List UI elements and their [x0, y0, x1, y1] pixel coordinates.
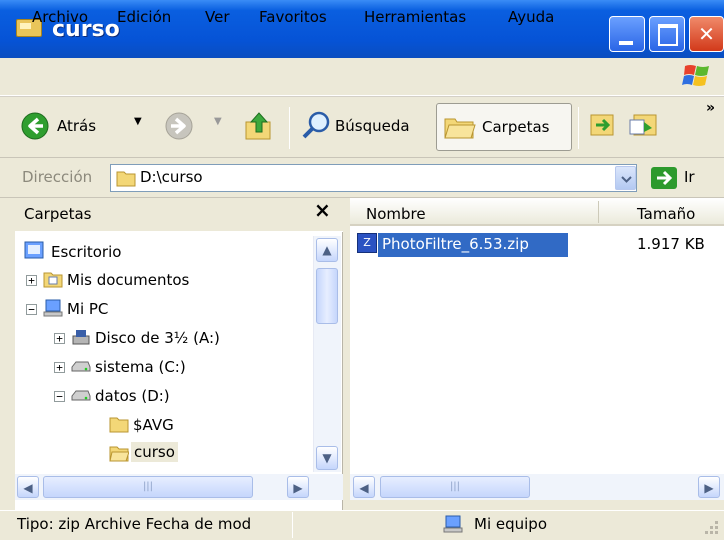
floppy-drive-icon: [72, 330, 90, 345]
menu-archivo[interactable]: Archivo: [32, 8, 88, 26]
close-button[interactable]: ✕: [689, 16, 724, 52]
menu-ver[interactable]: Ver: [205, 8, 230, 26]
back-arrow-icon[interactable]: [20, 111, 50, 141]
my-documents-icon: [43, 272, 63, 288]
tree-item-curso[interactable]: curso: [131, 442, 178, 462]
folder-pane-close-button[interactable]: ×: [314, 198, 331, 222]
go-button-label[interactable]: Ir: [684, 168, 695, 186]
column-header-nombre[interactable]: Nombre: [366, 205, 426, 223]
scrollbar-thumb[interactable]: |||: [380, 476, 530, 498]
collapse-icon[interactable]: −: [54, 391, 65, 402]
menu-favoritos[interactable]: Favoritos: [259, 8, 327, 26]
file-row-size: 1.917 KB: [637, 235, 705, 253]
tree-item-datos-d[interactable]: datos (D:): [95, 387, 170, 405]
back-dropdown-icon[interactable]: ▼: [134, 116, 142, 127]
hard-drive-icon: [71, 361, 91, 372]
copy-to-icon[interactable]: [628, 110, 660, 140]
expand-icon[interactable]: +: [26, 275, 37, 286]
scroll-right-button[interactable]: ▶: [287, 476, 309, 498]
collapse-icon[interactable]: −: [26, 304, 37, 315]
address-label: Dirección: [22, 168, 93, 186]
toolbar-overflow-icon[interactable]: »: [706, 100, 715, 116]
scrollbar-thumb[interactable]: [316, 268, 338, 324]
menu-edicion[interactable]: Edición: [117, 8, 171, 26]
status-info: Tipo: zip Archive Fecha de mod: [17, 515, 252, 533]
column-header-tamano[interactable]: Tamaño: [637, 205, 695, 223]
folder-pane-title: Carpetas: [24, 205, 92, 223]
search-button-label[interactable]: Búsqueda: [335, 117, 410, 135]
tree-item-escritorio[interactable]: Escritorio: [51, 243, 121, 261]
folders-icon: [444, 118, 476, 139]
folder-open-icon: [109, 446, 129, 462]
menu-ayuda[interactable]: Ayuda: [508, 8, 554, 26]
tree-item-mi-pc[interactable]: Mi PC: [67, 300, 108, 318]
file-row-name[interactable]: PhotoFiltre_6.53.zip: [378, 233, 568, 257]
move-to-icon[interactable]: [588, 110, 618, 140]
scroll-left-button[interactable]: ◀: [17, 476, 39, 498]
tree-item-mis-documentos[interactable]: Mis documentos: [67, 271, 189, 289]
scroll-up-button[interactable]: ▲: [316, 238, 338, 262]
back-button-label[interactable]: Atrás: [57, 117, 96, 135]
maximize-button[interactable]: [649, 16, 685, 52]
minimize-button[interactable]: [609, 16, 645, 52]
scroll-down-button[interactable]: ▼: [316, 446, 338, 470]
expand-icon[interactable]: +: [54, 333, 65, 344]
tree-item-avg[interactable]: $AVG: [133, 416, 174, 434]
folder-icon: [109, 417, 129, 433]
my-computer-icon: [43, 299, 63, 317]
desktop-icon: [24, 241, 44, 259]
forward-dropdown-icon[interactable]: ▼: [214, 116, 222, 127]
scrollbar-thumb[interactable]: |||: [43, 476, 253, 498]
go-arrow-icon[interactable]: [651, 167, 677, 189]
resize-grip-icon[interactable]: [700, 515, 720, 537]
menu-bar: [0, 58, 724, 96]
my-computer-icon: [443, 515, 463, 533]
hard-drive-icon: [71, 390, 91, 401]
status-zone: Mi equipo: [474, 515, 548, 533]
scroll-left-button[interactable]: ◀: [353, 476, 375, 498]
address-value[interactable]: D:\curso: [140, 168, 203, 186]
forward-arrow-icon[interactable]: [164, 111, 194, 141]
address-dropdown-button[interactable]: [615, 166, 636, 190]
folder-icon: [116, 171, 136, 187]
tree-item-disco-a[interactable]: Disco de 3½ (A:): [95, 329, 220, 347]
column-divider[interactable]: [598, 201, 599, 223]
zip-file-icon: Z: [357, 233, 377, 253]
folders-button-label: Carpetas: [482, 118, 550, 136]
expand-icon[interactable]: +: [54, 362, 65, 373]
windows-logo-icon: [682, 65, 709, 86]
search-icon[interactable]: [300, 109, 332, 141]
scroll-right-button[interactable]: ▶: [698, 476, 720, 498]
menu-herramientas[interactable]: Herramientas: [364, 8, 466, 26]
tree-item-sistema-c[interactable]: sistema (C:): [95, 358, 186, 376]
up-folder-icon[interactable]: [244, 110, 274, 142]
